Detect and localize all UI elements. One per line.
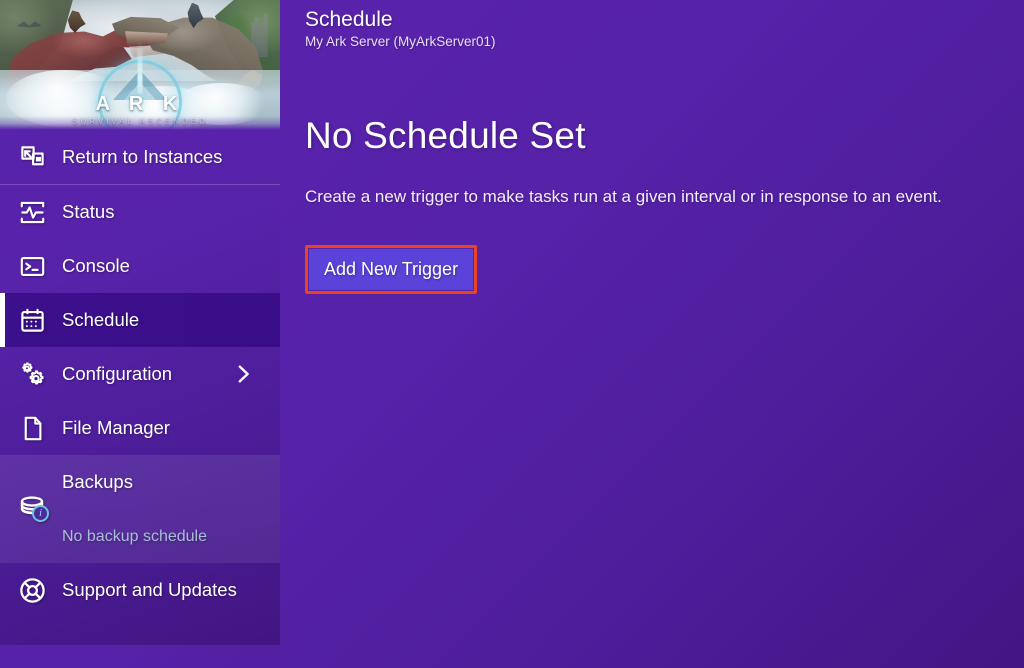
empty-state-headline: No Schedule Set	[305, 114, 586, 156]
sidebar-item-label: Return to Instances	[62, 146, 223, 167]
exit-fullscreen-icon	[14, 144, 50, 171]
sidebar: A R K SURVIVAL ASCENDED Return to Instan…	[0, 0, 280, 645]
backups-label: Backups	[62, 471, 133, 492]
sidebar-item-label: Schedule	[62, 309, 140, 330]
sidebar-item-label: File Manager	[62, 417, 170, 438]
file-icon	[14, 415, 50, 442]
sidebar-item-schedule[interactable]: Schedule	[0, 293, 280, 347]
database-icon: i	[14, 494, 50, 524]
lifebuoy-icon	[14, 576, 50, 605]
sidebar-item-backups[interactable]: i Backups No backup schedule	[0, 455, 280, 563]
sidebar-item-label: Support and Updates	[62, 579, 237, 600]
sidebar-item-status[interactable]: Status	[0, 185, 280, 239]
activity-monitor-icon	[14, 199, 50, 226]
server-name-subtitle: My Ark Server (MyArkServer01)	[305, 33, 496, 49]
sidebar-item-support-and-updates[interactable]: Support and Updates	[0, 563, 280, 617]
gears-icon	[14, 360, 50, 388]
sidebar-item-file-manager[interactable]: File Manager	[0, 401, 280, 455]
backups-text: Backups No backup schedule	[62, 471, 207, 545]
ark-logo-wordmark: A R K	[95, 93, 185, 115]
sidebar-item-configuration[interactable]: Configuration	[0, 347, 280, 401]
main-content: Schedule My Ark Server (MyArkServer01) N…	[280, 0, 1024, 668]
sidebar-item-label: Status	[62, 201, 115, 222]
add-new-trigger-button[interactable]: Add New Trigger	[309, 248, 474, 290]
backups-status: No backup schedule	[62, 528, 207, 545]
sidebar-item-console[interactable]: Console	[0, 239, 280, 293]
sidebar-item-label: Console	[62, 255, 130, 276]
chevron-right-icon[interactable]	[232, 363, 254, 385]
calendar-icon	[14, 307, 50, 334]
empty-state-description: Create a new trigger to make tasks run a…	[305, 186, 942, 206]
info-badge: i	[32, 505, 49, 522]
game-hero-banner: A R K SURVIVAL ASCENDED	[0, 0, 280, 130]
sidebar-item-label: Configuration	[62, 363, 173, 384]
page-title: Schedule	[305, 8, 393, 31]
terminal-icon	[14, 253, 50, 280]
add-new-trigger-highlight: Add New Trigger	[305, 244, 478, 294]
sidebar-item-return-to-instances[interactable]: Return to Instances	[0, 130, 280, 184]
